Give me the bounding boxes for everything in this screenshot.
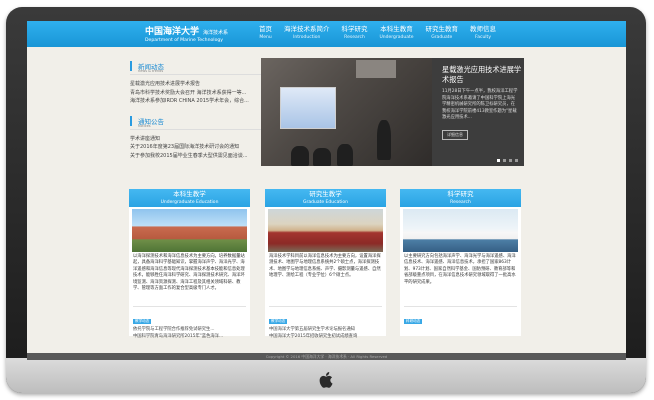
notices-title-en: notices: [138, 123, 151, 128]
nav-faculty-sublabel: Faculty: [475, 35, 491, 40]
news-carousel[interactable]: 星载激光应用技术进展学术报告 11月28日下午一点半，我校海洋工程学院海洋技术系…: [261, 58, 524, 166]
card-link[interactable]: 中国科学院青岛海洋研究所2015年"蓝色海洋...: [133, 333, 246, 340]
card-news: 教学动态 中国海洋大学第五届研究生学术论坛报名通知 中国海洋大学2015年招收研…: [269, 306, 382, 340]
card-header[interactable]: 本科生教学 Undergraduate Education: [129, 189, 250, 207]
main-nav: 首页 Menu 海洋技术系简介 Introduction 科学研究 Research …: [253, 24, 502, 46]
card-news: 教学动态 依托学院与工程学院合作推荐免试研究生... 中国科学院青岛海洋研究所2…: [133, 306, 246, 340]
card-header[interactable]: 研究生教学 Graduate Education: [265, 189, 386, 207]
nav-undergraduate-label: 本科生教育: [380, 25, 413, 33]
nav-home-label: 首页: [259, 25, 272, 33]
carousel-caption: 星载激光应用技术进展学术报告 11月28日下午一点半，我校海洋工程学院海洋技术系…: [432, 58, 524, 166]
audience-figure: [291, 146, 309, 166]
card-body: 以海洋探测技术和海洋信息技术为主要方向，培养数据量站起，具备海洋科学基础知识，掌…: [133, 254, 245, 292]
nav-faculty-label: 教师信息: [470, 25, 497, 33]
left-column: 新闻动态 news & trends more+ 星载激光应用技术进展学术报告 …: [130, 61, 280, 160]
news-item[interactable]: 星载激光应用技术进展学术报告: [130, 80, 278, 89]
logo-sub: 海洋技术系: [203, 30, 229, 36]
section-marker: [130, 61, 132, 71]
divider: [130, 128, 280, 130]
projector-screen: [280, 87, 336, 129]
nav-undergraduate-sublabel: Undergraduate: [379, 35, 414, 40]
carousel-dots: [497, 159, 518, 162]
carousel-dot[interactable]: [497, 159, 500, 162]
nav-research-sublabel: Research: [344, 35, 365, 40]
news-section-header: 新闻动态 news & trends more+: [130, 61, 280, 73]
notice-item[interactable]: 学术讲座通知: [130, 135, 278, 144]
card-title-en: Undergraduate Education: [160, 200, 219, 205]
lecture-photo: [261, 58, 432, 166]
site-footer: Copyright © 2016 中国海洋大学 · 海洋技术系 · All Ri…: [27, 353, 626, 360]
card-title-en: Research: [450, 200, 471, 205]
card-title-en: Graduate Education: [303, 200, 348, 205]
details-button[interactable]: 详细信息: [442, 130, 468, 140]
campus-building-image: [132, 209, 247, 252]
divider: [130, 74, 280, 75]
card-title: 研究生教学: [309, 190, 342, 198]
card-news: 科研动态: [404, 306, 517, 326]
nav-faculty[interactable]: 教师信息 Faculty: [464, 24, 502, 46]
carousel-text: 11月28日下午一点半，我校海洋工程学院海洋技术系邀请了中国科学院上海光学精密机…: [442, 89, 518, 120]
browser-screen: 中国海洋大学 海洋技术系 Department of Marine Technol…: [27, 21, 626, 360]
projector-screen-back: [356, 60, 396, 78]
news-item[interactable]: 青岛市科学技术奖励大会召开 海洋技术系获得一等...: [130, 89, 278, 98]
site-header: 中国海洋大学 海洋技术系 Department of Marine Technol…: [27, 21, 626, 47]
carousel-dot[interactable]: [515, 159, 518, 162]
card-link[interactable]: 中国海洋大学第五届研究生学术论坛报名通知: [269, 326, 382, 333]
card-link[interactable]: 中国海洋大学2015年招收研究生初试成绩查询: [269, 333, 382, 340]
card-tag: 科研动态: [404, 319, 423, 324]
audience-figure: [313, 148, 331, 166]
speaker-figure: [377, 120, 391, 160]
carousel-dot[interactable]: [503, 159, 506, 162]
carousel-title[interactable]: 星载激光应用技术进展学术报告: [442, 65, 522, 85]
card-title: 本科生教学: [173, 190, 206, 198]
card-body: 海洋技术学科目前以海洋信息技术为主要方向，设置海洋探测技术、地图学与地理信息系统…: [269, 254, 381, 279]
nav-graduate[interactable]: 研究生教育 Graduate: [420, 24, 465, 46]
logo-cn: 中国海洋大学: [145, 27, 200, 37]
notice-item[interactable]: 关于2016年度第23届国际海洋技术研讨会的通知: [130, 143, 278, 152]
research-vessel-image: [403, 209, 518, 252]
card-tag: 教学动态: [133, 319, 152, 324]
notices-section-header: 通知公告 notices more+: [130, 115, 280, 128]
card-body: 以主要研究方向包括海洋声学、海洋光学与海洋遥感、海洋信息技术、海洋遥感、海洋信息…: [404, 254, 516, 285]
nav-introduction-label: 海洋技术系简介: [284, 25, 330, 33]
carousel-dot[interactable]: [509, 159, 512, 162]
undergraduate-card: 本科生教学 Undergraduate Education 以海洋探测技术和海洋…: [129, 189, 250, 339]
news-item[interactable]: 海洋技术系参加IRDR CHINA 2015学术年会，综合...: [130, 97, 278, 106]
nav-graduate-label: 研究生教育: [425, 25, 459, 33]
nav-introduction[interactable]: 海洋技术系简介 Introduction: [278, 24, 336, 46]
audience-figure: [337, 144, 353, 166]
section-marker: [130, 115, 132, 126]
nav-graduate-sublabel: Graduate: [431, 35, 453, 40]
graduate-card: 研究生教学 Graduate Education 海洋技术学科目前以海洋信息技术…: [265, 189, 386, 339]
notice-item[interactable]: 关于参加我校2015届毕业生春季大型供需见面洽谈...: [130, 152, 278, 161]
nav-research[interactable]: 科学研究 Research: [336, 24, 374, 46]
card-header[interactable]: 科学研究 Research: [400, 189, 521, 207]
news-list: 星载激光应用技术进展学术报告 青岛市科学技术奖励大会召开 海洋技术系获得一等..…: [130, 80, 280, 106]
site-logo[interactable]: 中国海洋大学 海洋技术系 Department of Marine Technol…: [145, 24, 228, 43]
apple-logo-icon: [316, 372, 336, 392]
nav-home[interactable]: 首页 Menu: [253, 24, 278, 46]
card-title: 科学研究: [447, 190, 474, 198]
news-title-en: news & trends: [138, 69, 164, 73]
card-tag: 教学动态: [269, 319, 288, 324]
notices-list: 学术讲座通知 关于2016年度第23届国际海洋技术研讨会的通知 关于参加我校20…: [130, 135, 280, 161]
graduation-photo-image: [268, 209, 383, 252]
nav-home-sublabel: Menu: [259, 35, 272, 40]
nav-introduction-sublabel: Introduction: [293, 35, 321, 40]
nav-research-label: 科学研究: [341, 25, 368, 33]
card-link[interactable]: 依托学院与工程学院合作推荐免试研究生...: [133, 326, 246, 333]
logo-en: Department of Marine Technology: [145, 38, 224, 43]
nav-undergraduate[interactable]: 本科生教育 Undergraduate: [374, 24, 420, 46]
research-card: 科学研究 Research 以主要研究方向包括海洋声学、海洋光学与海洋遥感、海洋…: [400, 189, 521, 336]
